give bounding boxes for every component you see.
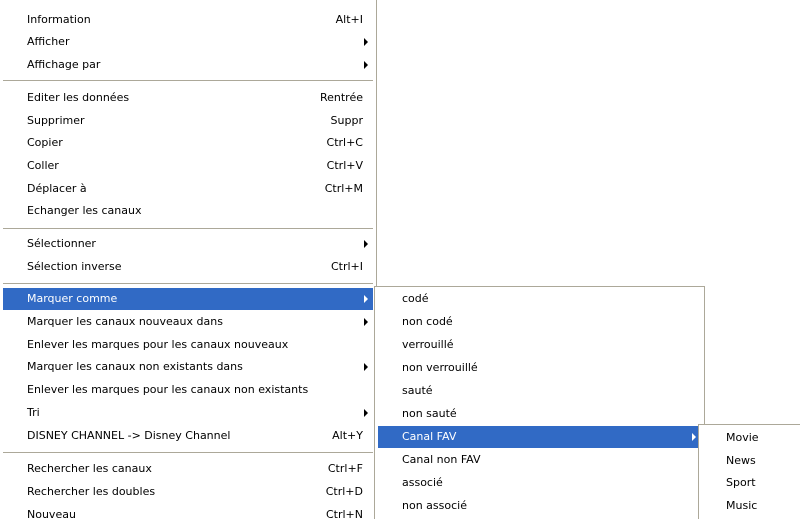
- menu-item-shortcut: Ctrl+C: [326, 136, 363, 149]
- menu-item-label: Rechercher les doubles: [27, 485, 156, 498]
- submenu-item-non-saute[interactable]: non sauté: [378, 403, 701, 425]
- menu-item-label: verrouillé: [402, 338, 454, 351]
- menu-item-label: Déplacer à: [27, 182, 87, 195]
- submenu-arrow-icon: [692, 433, 696, 441]
- menu-item-label: Information: [27, 13, 91, 26]
- submenu-item-code[interactable]: codé: [378, 288, 701, 310]
- menu-item-rechercher-canaux[interactable]: Rechercher les canaux Ctrl+F: [3, 458, 373, 480]
- menu-item-rechercher-doubles[interactable]: Rechercher les doubles Ctrl+D: [3, 481, 373, 503]
- menu-item-label: associé: [402, 476, 443, 489]
- menu-item-label: sauté: [402, 384, 433, 397]
- menu-item-label: Marquer les canaux non existants dans: [27, 360, 243, 373]
- menu-item-tri[interactable]: Tri: [3, 402, 373, 424]
- menu-item-label: Rechercher les canaux: [27, 462, 152, 475]
- submenu-item-non-verrouille[interactable]: non verrouillé: [378, 357, 701, 379]
- menu-item-deplacer[interactable]: Déplacer à Ctrl+M: [3, 178, 373, 200]
- menu-separator: [3, 228, 373, 229]
- submenu-item-canal-non-fav[interactable]: Canal non FAV: [378, 449, 701, 471]
- menu-item-label: Enlever les marques pour les canaux nouv…: [27, 338, 289, 351]
- submenu-canal-fav: Movie News Sport Music: [698, 424, 800, 519]
- submenu-item-canal-fav[interactable]: Canal FAV: [378, 426, 701, 448]
- menu-item-label: Sélection inverse: [27, 260, 122, 273]
- submenu-arrow-icon: [364, 38, 368, 46]
- fav-item-movie[interactable]: Movie: [702, 427, 798, 449]
- menu-item-shortcut: Rentrée: [319, 91, 363, 104]
- menu-item-marquer-nouveaux[interactable]: Marquer les canaux nouveaux dans: [3, 311, 373, 333]
- menu-item-label: Marquer les canaux nouveaux dans: [27, 315, 223, 328]
- menu-separator: [3, 452, 373, 453]
- submenu-arrow-icon: [364, 363, 368, 371]
- menu-separator: [3, 283, 373, 284]
- menu-item-selectionner[interactable]: Sélectionner: [3, 233, 373, 255]
- menu-item-shortcut: Alt+I: [335, 13, 363, 26]
- submenu-marquer-comme: codé non codé verrouillé non verrouillé …: [374, 286, 705, 519]
- submenu-item-saute[interactable]: sauté: [378, 380, 701, 402]
- menu-item-label: Marquer comme: [27, 292, 118, 305]
- menu-item-shortcut: Ctrl+D: [325, 485, 363, 498]
- menu-item-label: Affichage par: [27, 58, 101, 71]
- menu-item-shortcut: Ctrl+N: [325, 508, 363, 519]
- menu-item-marquer-non-existants[interactable]: Marquer les canaux non existants dans: [3, 356, 373, 378]
- menu-separator: [3, 80, 373, 81]
- menu-item-label: Tri: [27, 406, 40, 419]
- menu-item-label: non sauté: [402, 407, 457, 420]
- menu-item-label: Sélectionner: [27, 237, 96, 250]
- menu-item-label: Music: [726, 499, 758, 512]
- submenu-item-non-code[interactable]: non codé: [378, 311, 701, 333]
- menu-item-shortcut: Alt+Y: [332, 429, 363, 442]
- menu-item-enlever-non-existants[interactable]: Enlever les marques pour les canaux non …: [3, 379, 373, 401]
- menu-item-label: Copier: [27, 136, 63, 149]
- menu-item-label: Editer les données: [27, 91, 130, 104]
- menu-item-echanger-canaux[interactable]: Echanger les canaux: [3, 200, 373, 222]
- menu-item-label: non verrouillé: [402, 361, 478, 374]
- submenu-item-verrouille[interactable]: verrouillé: [378, 334, 701, 356]
- menu-item-enlever-nouveaux[interactable]: Enlever les marques pour les canaux nouv…: [3, 334, 373, 356]
- menu-item-label: Canal non FAV: [402, 453, 481, 466]
- menu-item-supprimer[interactable]: Supprimer Suppr: [3, 110, 373, 132]
- menu-item-label: Movie: [726, 431, 759, 444]
- menu-item-label: Sport: [726, 476, 756, 489]
- context-menu: Information Alt+I Afficher Affichage par…: [0, 0, 377, 519]
- menu-item-marquer-comme[interactable]: Marquer comme: [3, 288, 373, 310]
- menu-item-shortcut: Suppr: [330, 114, 363, 127]
- menu-item-label: News: [726, 454, 756, 467]
- submenu-item-non-associe[interactable]: non associé: [378, 495, 701, 517]
- menu-item-label: Supprimer: [27, 114, 85, 127]
- menu-item-label: Nouveau: [27, 508, 76, 519]
- menu-item-coller[interactable]: Coller Ctrl+V: [3, 155, 373, 177]
- menu-item-label: Afficher: [27, 35, 70, 48]
- submenu-arrow-icon: [364, 61, 368, 69]
- submenu-item-associe[interactable]: associé: [378, 472, 701, 494]
- menu-item-afficher[interactable]: Afficher: [3, 31, 373, 53]
- menu-item-copier[interactable]: Copier Ctrl+C: [3, 132, 373, 154]
- fav-item-sport[interactable]: Sport: [702, 472, 798, 494]
- submenu-arrow-icon: [364, 318, 368, 326]
- menu-item-label: Echanger les canaux: [27, 204, 142, 217]
- menu-item-shortcut: Ctrl+I: [330, 260, 363, 273]
- menu-item-information[interactable]: Information Alt+I: [3, 9, 373, 31]
- menu-item-label: non codé: [402, 315, 453, 328]
- menu-item-editer-donnees[interactable]: Editer les données Rentrée: [3, 87, 373, 109]
- menu-item-nouveau[interactable]: Nouveau Ctrl+N: [3, 504, 373, 519]
- submenu-arrow-icon: [364, 295, 368, 303]
- fav-item-music[interactable]: Music: [702, 495, 798, 517]
- menu-item-disney-rename[interactable]: DISNEY CHANNEL -> Disney Channel Alt+Y: [3, 425, 373, 447]
- menu-item-label: DISNEY CHANNEL -> Disney Channel: [27, 429, 231, 442]
- menu-item-label: codé: [402, 292, 429, 305]
- fav-item-news[interactable]: News: [702, 450, 798, 472]
- menu-item-label: Enlever les marques pour les canaux non …: [27, 383, 309, 396]
- submenu-arrow-icon: [364, 409, 368, 417]
- menu-item-shortcut: Ctrl+F: [327, 462, 363, 475]
- menu-item-affichage-par[interactable]: Affichage par: [3, 54, 373, 76]
- menu-item-label: Coller: [27, 159, 59, 172]
- menu-item-shortcut: Ctrl+M: [324, 182, 363, 195]
- menu-item-label: Canal FAV: [402, 430, 457, 443]
- menu-item-selection-inverse[interactable]: Sélection inverse Ctrl+I: [3, 256, 373, 278]
- menu-item-label: non associé: [402, 499, 467, 512]
- menu-item-shortcut: Ctrl+V: [326, 159, 363, 172]
- submenu-arrow-icon: [364, 240, 368, 248]
